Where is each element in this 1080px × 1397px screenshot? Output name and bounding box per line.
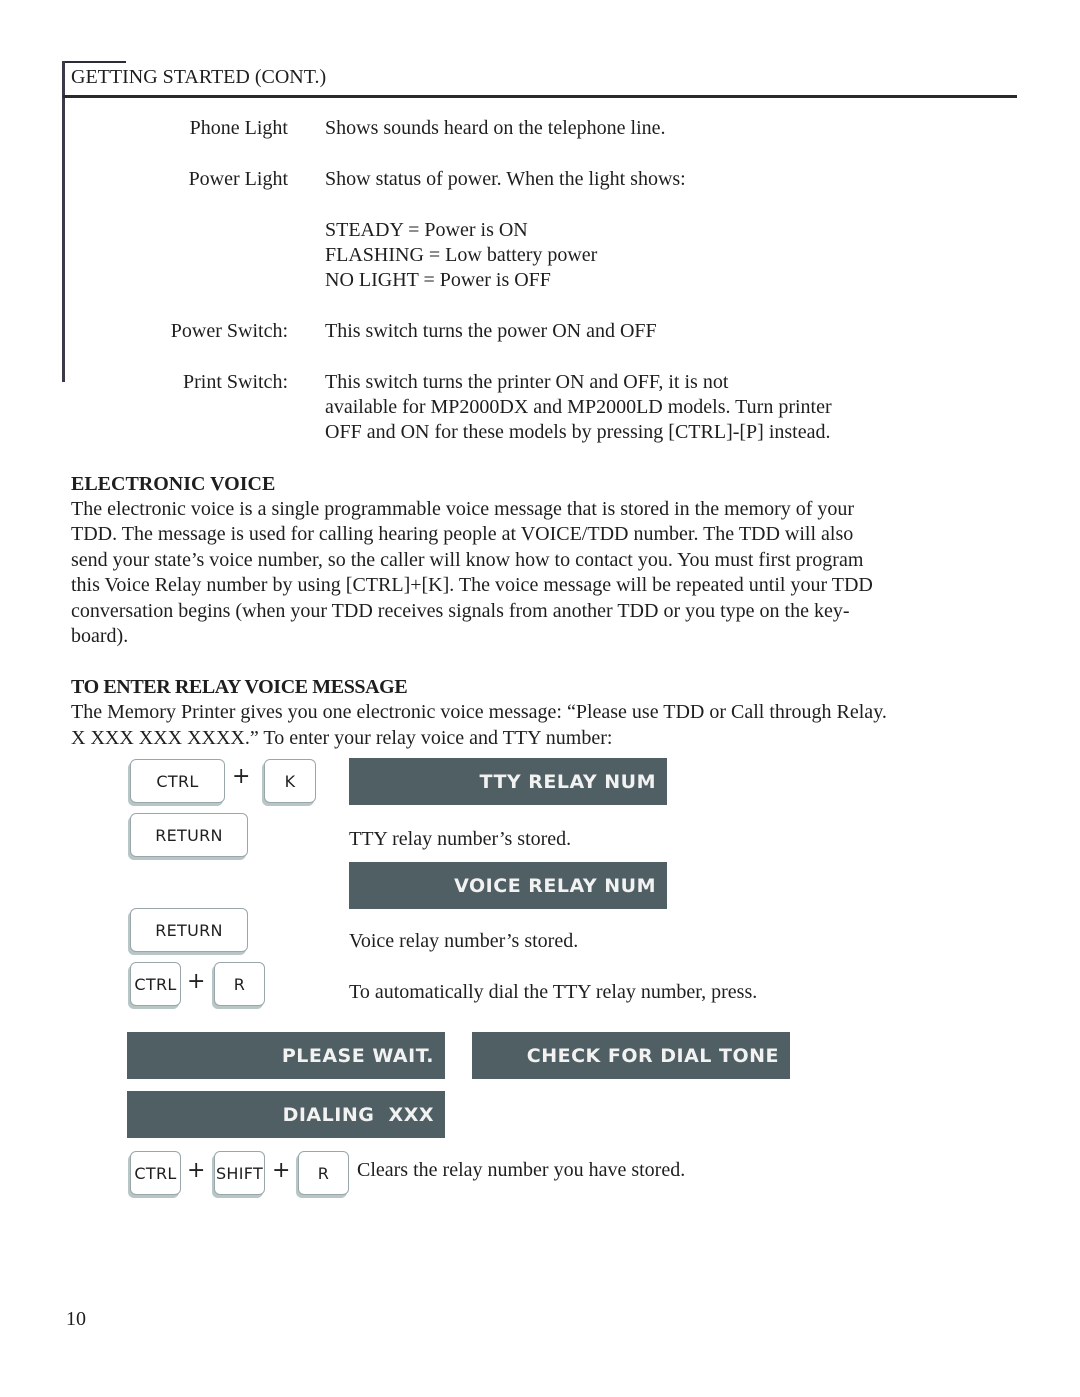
note-voice-stored: Voice relay number’s stored. [349,930,579,952]
heading-electronic-voice: ELECTRONIC VOICE [71,473,276,495]
key-return: RETURN [130,908,248,952]
power-status-no-light: NO LIGHT = Power is OFF [325,269,551,291]
electronic-voice-line-5: conversation begins (when your TDD recei… [71,600,850,622]
electronic-voice-line-3: send your state’s voice number, so the c… [71,549,864,571]
key-r: R [214,962,265,1006]
desc-print-switch-line-3: OFF and ON for these models by pressing … [325,421,831,443]
note-clear-relay: Clears the relay number you have stored. [357,1159,686,1181]
power-status-steady: STEADY = Power is ON [325,219,528,241]
electronic-voice-line-1: The electronic voice is a single program… [71,498,855,520]
term-print-switch: Print Switch: [182,371,288,393]
section-title: GETTING STARTED (CONT.) [71,66,327,88]
relay-intro-line-1: The Memory Printer gives you one electro… [71,701,887,723]
power-status-flashing: FLASHING = Low battery power [325,244,598,266]
electronic-voice-line-6: board). [71,625,129,647]
term-power-switch: Power Switch: [170,320,288,342]
display-please-wait: PLEASE WAIT. [127,1032,445,1079]
key-return: RETURN [130,813,248,857]
relay-intro-line-2: X XXX XXX XXXX.” To enter your relay voi… [71,727,613,749]
note-auto-dial: To automatically dial the TTY relay numb… [349,981,758,1003]
key-k: K [264,759,316,803]
plus-sign: + [187,969,206,994]
desc-power-switch: This switch turns the power ON and OFF [325,320,657,342]
term-phone-light: Phone Light [189,117,288,139]
desc-power-light: Show status of power. When the light sho… [325,168,686,190]
header-rule [63,95,1017,98]
electronic-voice-line-2: TDD. The message is used for calling hea… [71,523,854,545]
display-tty-relay-num: TTY RELAY NUM [349,758,667,805]
display-check-dial-tone: CHECK FOR DIAL TONE [472,1032,790,1079]
display-voice-relay-num: VOICE RELAY NUM [349,862,667,909]
key-ctrl: CTRL [130,759,225,803]
plus-sign: + [272,1158,291,1183]
page-number: 10 [66,1308,86,1330]
header-frame-tab [63,61,126,63]
desc-print-switch-line-2: available for MP2000DX and MP2000LD mode… [325,396,832,418]
plus-sign: + [187,1158,206,1183]
desc-print-switch-line-1: This switch turns the printer ON and OFF… [325,371,729,393]
heading-relay-voice-message: TO ENTER RELAY VOICE MESSAGE [71,676,408,698]
display-dialing: DIALING XXX [127,1091,445,1138]
key-r: R [298,1151,349,1195]
electronic-voice-line-4: this Voice Relay number by using [CTRL]+… [71,574,873,596]
note-tty-stored: TTY relay number’s stored. [349,828,572,850]
term-power-light: Power Light [188,168,288,190]
plus-sign: + [232,764,251,789]
key-ctrl: CTRL [130,962,181,1006]
key-shift: SHIFT [214,1151,265,1195]
desc-phone-light: Shows sounds heard on the telephone line… [325,117,666,139]
key-ctrl: CTRL [130,1151,181,1195]
